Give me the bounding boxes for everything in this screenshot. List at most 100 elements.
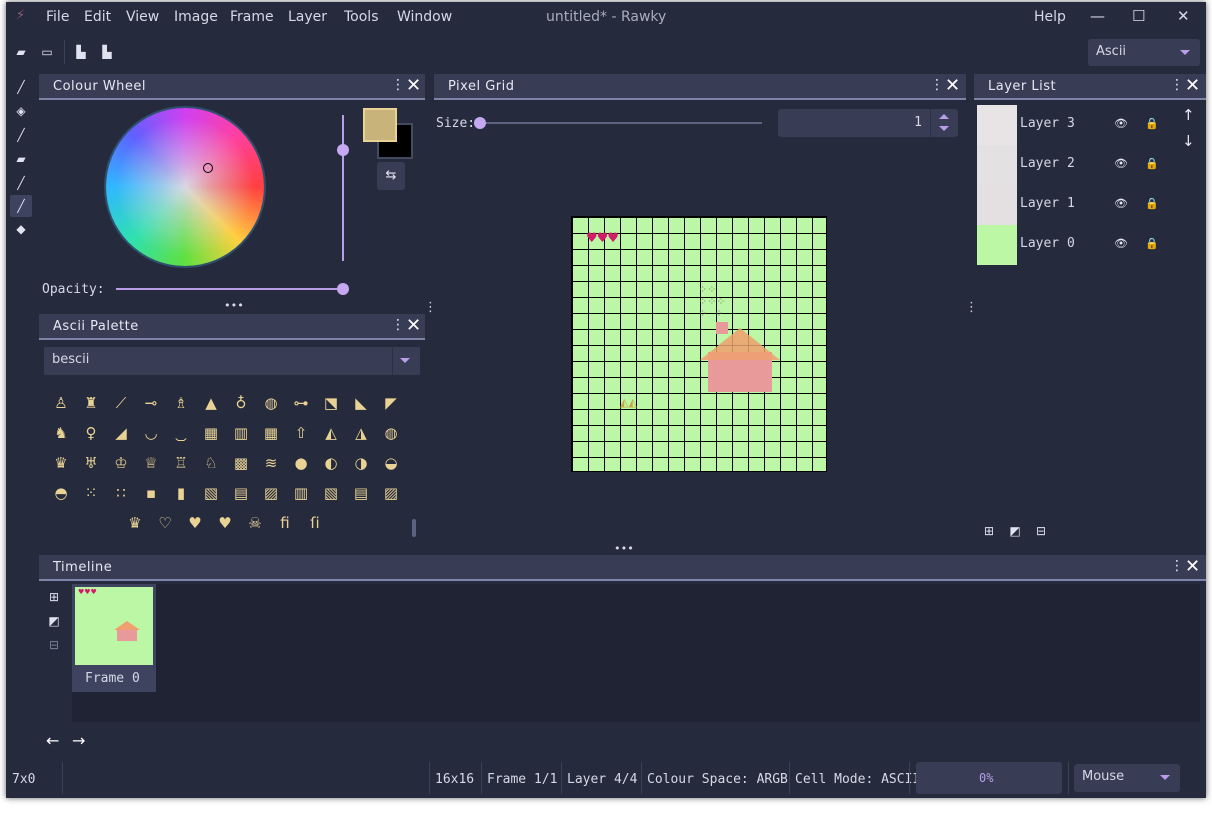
eyedropper-icon[interactable]: ╱: [14, 128, 28, 142]
palette-glyph[interactable]: ≋: [262, 454, 280, 472]
edit-layer-icon[interactable]: ◩: [1008, 524, 1022, 538]
input-mode-dropdown[interactable]: Mouse: [1074, 764, 1180, 792]
palette-glyph[interactable]: ♛: [52, 454, 70, 472]
menu-frame[interactable]: Frame: [230, 9, 274, 25]
palette-glyph[interactable]: ◒: [382, 454, 400, 472]
palette-glyph[interactable]: ⬔: [322, 394, 340, 412]
palette-glyph[interactable]: ♞: [52, 424, 70, 442]
menu-tools[interactable]: Tools: [344, 9, 379, 25]
opacity-slider[interactable]: [116, 288, 346, 290]
palette-glyph[interactable]: ⊶: [292, 394, 310, 412]
splitter-handle[interactable]: •••: [614, 542, 634, 555]
frame-0[interactable]: ♥♥♥ Frame 0: [72, 584, 156, 692]
mode-dropdown[interactable]: Ascii: [1088, 39, 1200, 66]
minimize-button[interactable]: —: [1090, 7, 1105, 25]
palette-glyph[interactable]: ◢: [112, 424, 130, 442]
spin-down-icon[interactable]: [939, 126, 949, 131]
palette-glyph[interactable]: ♡: [156, 514, 174, 532]
move-layer-up-icon[interactable]: ↑: [1182, 106, 1195, 124]
brightness-slider-handle[interactable]: [337, 144, 349, 156]
palette-glyph[interactable]: ▥: [232, 424, 250, 442]
kebab-menu-icon[interactable]: ⋮: [1170, 77, 1184, 93]
add-layer-icon[interactable]: ⊞: [982, 524, 996, 538]
palette-glyph[interactable]: ▮: [172, 484, 190, 502]
lock-icon[interactable]: 🔒: [1145, 117, 1159, 130]
layer-row-0[interactable]: Layer 0 👁 🔒: [977, 225, 1167, 265]
spin-up-icon[interactable]: [939, 114, 949, 119]
palette-glyph[interactable]: ◍: [262, 394, 280, 412]
previous-frame-icon[interactable]: ←: [46, 731, 59, 750]
palette-glyph[interactable]: ▦: [262, 424, 280, 442]
eye-icon[interactable]: 👁: [1114, 197, 1128, 210]
palette-glyph[interactable]: ♖: [172, 454, 190, 472]
eye-icon[interactable]: 👁: [1114, 157, 1128, 170]
menu-layer[interactable]: Layer: [288, 9, 327, 25]
edit-frame-icon[interactable]: ◩: [47, 614, 61, 628]
palette-glyph[interactable]: ♔: [112, 454, 130, 472]
move-layer-down-icon[interactable]: ↓: [1182, 132, 1195, 150]
eye-icon[interactable]: 👁: [1114, 117, 1128, 130]
palette-glyph[interactable]: ▧: [202, 484, 220, 502]
palette-glyph[interactable]: ▦: [202, 424, 220, 442]
export-icon[interactable]: ▙: [100, 45, 114, 59]
menu-window[interactable]: Window: [397, 9, 452, 25]
palette-glyph[interactable]: ♥: [216, 514, 234, 532]
kebab-menu-icon[interactable]: ⋮: [391, 77, 405, 93]
palette-glyph[interactable]: ♁: [232, 394, 250, 412]
palette-glyph[interactable]: ◐: [322, 454, 340, 472]
palette-glyph[interactable]: ♥: [186, 514, 204, 532]
palette-glyph[interactable]: ▥: [292, 484, 310, 502]
kebab-splitter-icon[interactable]: ⋮: [424, 300, 437, 315]
shape-tool-icon[interactable]: ◆: [14, 222, 28, 236]
palette-glyph[interactable]: fi: [276, 514, 294, 532]
palette-glyph[interactable]: ♛: [126, 514, 144, 532]
fill-bucket-icon[interactable]: ◈: [14, 104, 28, 118]
pixel-canvas[interactable]: [571, 216, 827, 472]
close-panel-icon[interactable]: ✕: [945, 75, 960, 96]
menu-file[interactable]: File: [46, 9, 69, 25]
layer-row-2[interactable]: Layer 2 👁 🔒: [977, 145, 1167, 185]
lock-icon[interactable]: 🔒: [1145, 197, 1159, 210]
menu-edit[interactable]: Edit: [84, 9, 111, 25]
palette-glyph[interactable]: ♜: [82, 394, 100, 412]
close-panel-icon[interactable]: ✕: [1185, 556, 1200, 577]
size-spinbox[interactable]: 1: [778, 109, 958, 137]
brush-tool-icon[interactable]: ╱: [14, 199, 28, 213]
palette-glyph[interactable]: ●: [292, 454, 310, 472]
palette-glyph[interactable]: ▨: [382, 484, 400, 502]
palette-glyph[interactable]: ☠: [246, 514, 264, 532]
close-panel-icon[interactable]: ✕: [406, 75, 421, 96]
remove-layer-icon[interactable]: ⊟: [1034, 524, 1048, 538]
palette-glyph[interactable]: ♅: [82, 454, 100, 472]
palette-glyph[interactable]: ♀: [82, 424, 100, 442]
palette-glyph[interactable]: ◤: [382, 394, 400, 412]
colour-wheel[interactable]: [106, 108, 264, 266]
palette-glyph[interactable]: ◓: [52, 484, 70, 502]
size-slider[interactable]: [480, 122, 762, 124]
pencil-icon[interactable]: ╱: [14, 80, 28, 94]
palette-glyph[interactable]: ♙: [52, 394, 70, 412]
palette-glyph[interactable]: ▤: [232, 484, 250, 502]
colour-wheel-picker[interactable]: [203, 163, 213, 173]
palette-glyph[interactable]: ⇧: [292, 424, 310, 442]
palette-glyph[interactable]: ▧: [322, 484, 340, 502]
palette-glyph[interactable]: ⊸: [142, 394, 160, 412]
add-frame-icon[interactable]: ⊞: [47, 590, 61, 604]
layer-row-1[interactable]: Layer 1 👁 🔒: [977, 185, 1167, 225]
kebab-menu-icon[interactable]: ⋮: [930, 77, 944, 93]
palette-glyph[interactable]: ◡: [142, 424, 160, 442]
menu-image[interactable]: Image: [174, 9, 218, 25]
swap-colours-button[interactable]: ⇆: [377, 162, 405, 190]
palette-glyph[interactable]: ▩: [232, 454, 250, 472]
next-frame-icon[interactable]: →: [72, 731, 85, 750]
new-file-icon[interactable]: ▰: [14, 45, 28, 59]
palette-glyph[interactable]: ◭: [322, 424, 340, 442]
palette-glyph[interactable]: ſi: [306, 514, 324, 532]
palette-glyph[interactable]: ▤: [352, 484, 370, 502]
lock-icon[interactable]: 🔒: [1145, 157, 1159, 170]
kebab-menu-icon[interactable]: ⋮: [1170, 558, 1184, 574]
palette-glyph[interactable]: ⁙: [82, 484, 100, 502]
palette-glyph[interactable]: ♗: [172, 394, 190, 412]
palette-glyph[interactable]: ♕: [142, 454, 160, 472]
palette-glyph[interactable]: ⏡: [172, 424, 190, 442]
